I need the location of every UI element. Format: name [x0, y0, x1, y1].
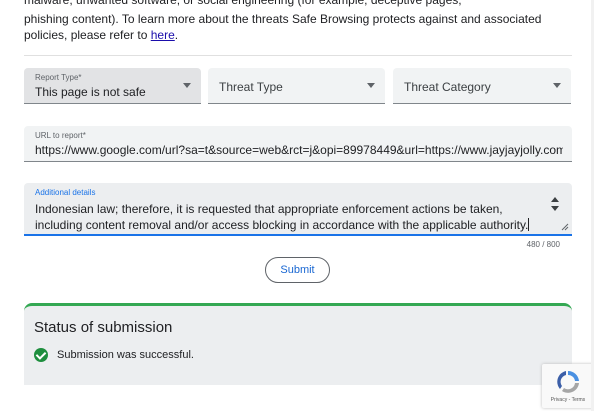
- additional-details-textarea[interactable]: Additional details Indonesian law; there…: [24, 183, 572, 236]
- recaptcha-icon: [557, 370, 579, 393]
- arrow-down-icon: [551, 206, 559, 211]
- text-cursor: [528, 218, 530, 231]
- status-title: Status of submission: [34, 319, 173, 336]
- report-type-value: This page is not safe: [35, 85, 146, 99]
- status-card: Status of submission Submission was succ…: [24, 303, 572, 385]
- section-divider: [24, 55, 572, 56]
- details-text-wrap: Indonesian law; therefore, it is request…: [35, 201, 535, 233]
- chevron-down-icon: [367, 83, 375, 88]
- threat-category-select[interactable]: Threat Category: [393, 68, 571, 104]
- arrow-up-icon: [551, 197, 559, 202]
- check-circle-icon: [34, 348, 48, 362]
- status-message: Submission was successful.: [57, 349, 194, 361]
- url-label: URL to report*: [35, 131, 86, 140]
- intro-clipped-line: malware, unwanted software, or social en…: [24, 0, 462, 7]
- recaptcha-badge[interactable]: Privacy - Terms: [542, 364, 594, 408]
- details-label: Additional details: [35, 188, 96, 197]
- threat-category-placeholder: Threat Category: [404, 80, 491, 94]
- status-row: Submission was successful.: [34, 348, 194, 362]
- chevron-down-icon: [183, 83, 191, 88]
- resize-handle-icon[interactable]: [561, 223, 569, 231]
- scroll-arrows-icon[interactable]: [550, 197, 560, 215]
- intro-text: phishing content). To learn more about t…: [24, 12, 542, 42]
- privacy-link[interactable]: Privacy: [551, 397, 567, 403]
- chevron-down-icon: [553, 83, 561, 88]
- submit-button[interactable]: Submit: [265, 257, 330, 283]
- report-type-select[interactable]: Report Type* This page is not safe: [24, 68, 201, 104]
- url-input[interactable]: URL to report* https://www.google.com/ur…: [24, 126, 572, 162]
- threat-type-select[interactable]: Threat Type: [208, 68, 385, 104]
- character-counter: 480 / 800: [526, 240, 560, 249]
- terms-link[interactable]: Terms: [572, 397, 586, 403]
- threat-type-placeholder: Threat Type: [219, 80, 283, 94]
- intro-end: .: [174, 28, 179, 42]
- details-value: Indonesian law; therefore, it is request…: [35, 202, 529, 232]
- recaptcha-links: Privacy - Terms: [542, 397, 594, 403]
- url-value: https://www.google.com/url?sa=t&source=w…: [35, 143, 563, 157]
- intro-paragraph: phishing content). To learn more about t…: [24, 11, 576, 43]
- report-type-label: Report Type*: [35, 73, 82, 82]
- here-link[interactable]: here: [151, 28, 175, 42]
